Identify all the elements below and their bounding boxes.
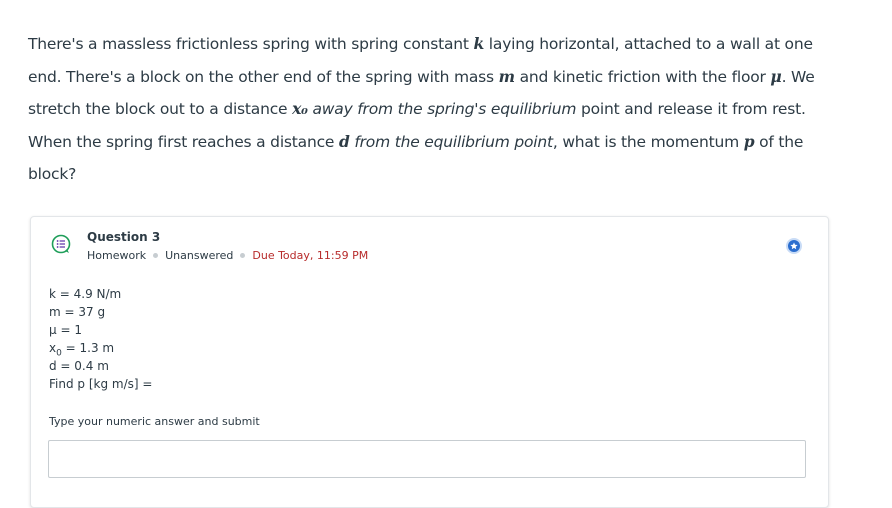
problem-text: There's a massless frictionless spring w…: [28, 35, 474, 53]
given-k: k = 4.9 N/m: [49, 287, 122, 301]
given-values: k = 4.9 N/m m = 37 g μ = 1 x0 = 1.3 m d …: [49, 285, 152, 393]
question-due-date: Due Today, 11:59 PM: [252, 249, 369, 262]
given-m: m = 37 g: [49, 305, 106, 319]
separator-dot: [153, 253, 159, 258]
problem-text: from the equilibrium point: [349, 132, 553, 151]
problem-text: , what is the momentum: [552, 132, 744, 151]
answer-instruction: Type your numeric answer and submit: [49, 415, 260, 428]
question-meta: Homework Unanswered Due Today, 11:59 PM: [87, 249, 368, 262]
symbol-mu: μ: [770, 66, 782, 86]
symbol-p: p: [743, 131, 755, 151]
given-x0-value: = 1.3 m: [61, 341, 115, 355]
find-prompt: Find p [kg m/s] =: [49, 377, 153, 391]
answer-input[interactable]: [48, 440, 806, 478]
problem-statement: There's a massless frictionless spring w…: [28, 28, 848, 191]
question-title: Question 3: [87, 230, 161, 244]
problem-text: away from the spring's equilibrium: [307, 100, 577, 118]
symbol-k: k: [473, 34, 485, 53]
given-d: d = 0.4 m: [49, 359, 109, 373]
given-mu: μ = 1: [49, 323, 82, 337]
star-icon: [790, 242, 798, 250]
question-list-icon: [51, 234, 71, 254]
separator-dot: [240, 253, 246, 258]
bookmark-star-button[interactable]: [786, 238, 802, 254]
symbol-x0: x₀: [292, 99, 308, 118]
symbol-m: m: [498, 66, 515, 86]
question-type: Homework: [87, 249, 147, 262]
given-x0: x0 = 1.3 m: [49, 339, 152, 358]
question-status: Unanswered: [165, 249, 234, 262]
question-card: Question 3 Homework Unanswered Due Today, …: [30, 216, 829, 508]
symbol-d: d: [338, 131, 350, 151]
problem-text: and kinetic friction with the floor: [514, 67, 771, 86]
